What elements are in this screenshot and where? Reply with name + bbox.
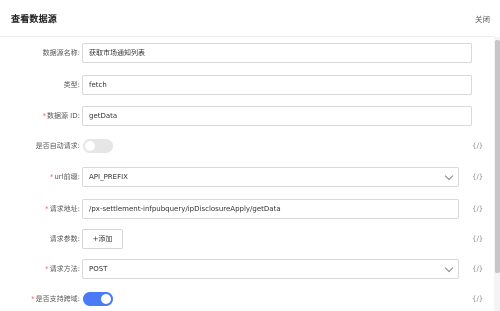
request-method-label: *请求方法: — [45, 265, 80, 273]
close-button[interactable]: 关闭 — [475, 14, 490, 25]
id-label: *数据源 ID: — [42, 112, 80, 120]
fx-expression-icon[interactable]: {/} — [472, 259, 483, 279]
request-url-label: *请求地址: — [45, 205, 80, 213]
required-asterisk: * — [45, 265, 49, 273]
toggle-knob — [101, 294, 111, 304]
fx-expression-icon[interactable]: {/} — [472, 289, 483, 309]
type-input[interactable]: fetch — [82, 75, 472, 95]
cors-toggle[interactable] — [83, 292, 113, 306]
required-asterisk: * — [31, 295, 35, 303]
add-param-button[interactable]: +添加 — [82, 229, 123, 249]
chevron-down-icon — [444, 263, 454, 273]
id-input[interactable]: getData — [82, 106, 472, 126]
name-label: 数据源名称: — [42, 49, 80, 57]
request-url-input[interactable]: /px-settlement-infpubquery/ipDisclosureA… — [82, 199, 459, 219]
form-row-request-method: *请求方法: POST {/} — [0, 259, 490, 279]
form-row-request-url: *请求地址: /px-settlement-infpubquery/ipDisc… — [0, 199, 490, 219]
scrollbar-thumb[interactable] — [494, 40, 500, 273]
request-url-value: /px-settlement-infpubquery/ipDisclosureA… — [89, 205, 281, 213]
form-row-name: 数据源名称: 获取市场通知列表 — [0, 43, 490, 63]
fx-expression-icon[interactable]: {/} — [472, 167, 483, 187]
name-input[interactable]: 获取市场通知列表 — [82, 43, 472, 63]
request-method-value: POST — [89, 265, 108, 273]
form-row-auto-request: 是否自动请求: {/} — [0, 136, 490, 156]
form-row-request-params: 请求参数: +添加 {/} — [0, 229, 490, 249]
type-label: 类型: — [63, 81, 80, 89]
fx-expression-icon[interactable]: {/} — [472, 136, 483, 156]
toggle-knob — [85, 141, 95, 151]
form-row-type: 类型: fetch — [0, 75, 490, 95]
request-params-label: 请求参数: — [49, 235, 80, 243]
header-divider — [0, 36, 494, 37]
request-method-select[interactable]: POST — [82, 259, 459, 279]
fx-expression-icon[interactable]: {/} — [472, 229, 483, 249]
auto-request-label: 是否自动请求: — [35, 142, 80, 150]
dialog-title: 查看数据源 — [11, 15, 58, 25]
type-value: fetch — [89, 81, 107, 89]
form-row-id: *数据源 ID: getData — [0, 106, 490, 126]
id-value: getData — [89, 112, 118, 120]
required-asterisk: * — [42, 112, 46, 120]
form-row-cors: *是否支持跨域: {/} — [0, 289, 490, 309]
fx-expression-icon[interactable]: {/} — [472, 199, 483, 219]
chevron-down-icon — [444, 171, 454, 181]
url-prefix-label: *url前缀: — [49, 173, 80, 181]
dialog-header: 查看数据源 关闭 — [0, 0, 500, 36]
name-value: 获取市场通知列表 — [89, 49, 145, 57]
form-row-url-prefix: *url前缀: API_PREFIX {/} — [0, 167, 490, 187]
required-asterisk: * — [45, 205, 49, 213]
auto-request-toggle[interactable] — [83, 139, 113, 153]
url-prefix-select[interactable]: API_PREFIX — [82, 167, 459, 187]
url-prefix-value: API_PREFIX — [89, 173, 128, 181]
required-asterisk: * — [49, 173, 54, 181]
cors-label: *是否支持跨域: — [31, 295, 80, 303]
